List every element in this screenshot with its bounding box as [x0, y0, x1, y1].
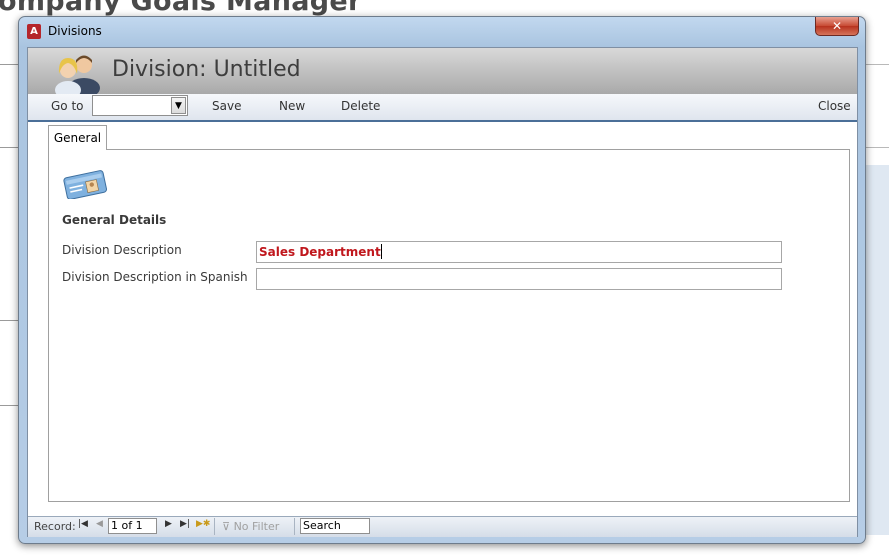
division-description-field[interactable]: Sales Department: [256, 241, 782, 263]
previous-record-icon[interactable]: ◀: [96, 519, 103, 529]
background-divider: [862, 64, 889, 65]
goto-combobox[interactable]: ▼: [92, 95, 188, 116]
new-button[interactable]: New: [279, 99, 305, 113]
division-description-spanish-field[interactable]: [256, 268, 782, 290]
search-input[interactable]: Search: [300, 518, 370, 534]
delete-button[interactable]: Delete: [341, 99, 380, 113]
background-divider: [0, 405, 20, 406]
division-description-spanish-label: Division Description in Spanish: [62, 270, 248, 284]
window-title: Divisions: [48, 24, 102, 38]
general-tab-panel: General Details Division Description Sal…: [48, 149, 850, 502]
first-record-icon[interactable]: |◀: [78, 519, 88, 529]
background-divider: [0, 147, 20, 148]
last-record-icon[interactable]: ▶|: [180, 519, 190, 529]
id-card-icon: [63, 170, 107, 199]
form-header: Division: Untitled: [28, 48, 857, 94]
users-icon: [55, 55, 100, 94]
background-app-title: ompany Goals Manager: [0, 0, 362, 17]
background-divider: [0, 64, 20, 65]
current-record-field[interactable]: 1 of 1: [108, 518, 157, 534]
form-toolbar: Go to ▼ Save New Delete Close: [28, 94, 857, 122]
goto-label: Go to: [51, 99, 84, 113]
divisions-window: A Divisions ✕ Division: Untitled Go to ▼…: [18, 16, 866, 544]
next-record-icon[interactable]: ▶: [165, 519, 172, 529]
save-button[interactable]: Save: [212, 99, 241, 113]
filter-icon: ⊽: [222, 520, 231, 533]
division-description-label: Division Description: [62, 243, 182, 257]
division-description-value: Sales Department: [259, 245, 381, 259]
form-client-area: Division: Untitled Go to ▼ Save New Dele…: [27, 47, 858, 537]
window-close-button[interactable]: ✕: [815, 17, 859, 36]
section-heading: General Details: [62, 213, 167, 227]
tab-general[interactable]: General: [48, 125, 107, 150]
window-titlebar[interactable]: A Divisions ✕: [19, 17, 865, 47]
close-button[interactable]: Close: [818, 99, 851, 113]
text-cursor: [380, 244, 382, 259]
form-title: Division: Untitled: [112, 57, 301, 82]
background-panel: [862, 165, 889, 535]
nav-separator: [214, 518, 215, 535]
filter-toggle[interactable]: ⊽ No Filter: [222, 520, 279, 533]
nav-separator: [294, 518, 295, 535]
access-app-icon: A: [27, 24, 41, 39]
background-divider: [862, 147, 889, 148]
dropdown-arrow-icon[interactable]: ▼: [171, 97, 186, 114]
new-record-icon[interactable]: ▶✱: [196, 519, 210, 529]
background-divider: [0, 320, 20, 321]
record-navigation-bar: Record: |◀ ◀ 1 of 1 ▶ ▶| ▶✱ ⊽ No Filter …: [28, 516, 857, 537]
record-label: Record:: [34, 520, 76, 533]
filter-label: No Filter: [233, 520, 280, 533]
